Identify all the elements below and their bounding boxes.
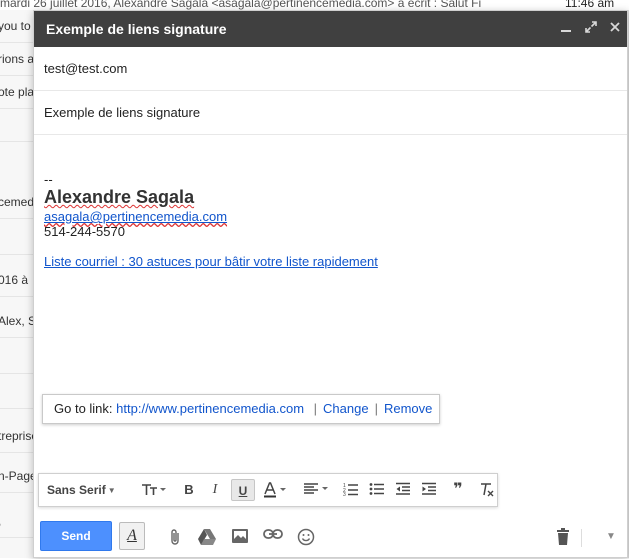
insert-photo-icon[interactable] [229,526,251,548]
list-item[interactable]: 016 à [0,264,33,297]
list-item[interactable]: treprise [0,420,33,453]
align-button[interactable] [301,479,333,501]
list-item[interactable]: ote pla [0,76,33,109]
font-family-select[interactable]: Sans Serif ▼ [47,479,125,501]
list-item[interactable]: rions a [0,43,33,76]
signature-email-link[interactable]: asagala@pertinencemedia.com [44,209,227,224]
underline-button[interactable]: U [231,479,255,501]
signature-phone: 514-244-5570 [44,224,125,239]
text-color-button[interactable] [261,479,291,501]
list-item[interactable] [0,341,33,374]
insert-emoji-icon[interactable] [295,526,317,548]
list-item[interactable] [0,109,33,142]
background-email-list: you to rions a ote pla cemed 016 à Alex,… [0,10,33,558]
subject-input[interactable]: Exemple de liens signature [44,105,200,120]
list-item[interactable]: you to [0,10,33,43]
list-item[interactable] [0,376,33,409]
compose-window: Exemple de liens signature test@test.com… [33,10,628,558]
discard-draft-icon[interactable] [552,526,574,548]
list-item[interactable] [0,222,33,255]
list-item[interactable]: cemed [0,186,33,219]
bulleted-list-icon[interactable] [367,479,387,501]
background-time: 11:46 am [565,0,615,10]
signature-article-link[interactable]: Liste courriel : 30 astuces pour bâtir v… [44,254,378,269]
list-item[interactable]: n-Page [0,460,33,493]
link-popup-url[interactable]: http://www.pertinencemedia.com [116,401,304,416]
list-item[interactable]: Alex, S [0,305,33,338]
formatting-toolbar: Sans Serif ▼ B I U 123 ❞ [38,473,498,507]
attach-file-icon[interactable] [164,526,186,548]
indent-less-icon[interactable] [393,479,413,501]
remove-formatting-icon[interactable] [477,479,497,501]
indent-more-icon[interactable] [419,479,439,501]
link-popup-remove[interactable]: Remove [384,401,432,416]
send-button[interactable]: Send [40,521,112,551]
more-options-icon[interactable]: ▼ [600,526,622,548]
signature-separator: -- [44,172,53,187]
compose-title: Exemple de liens signature [46,21,227,37]
insert-link-icon[interactable] [262,526,284,548]
to-recipient[interactable]: test@test.com [44,61,127,76]
close-icon[interactable] [606,19,624,37]
svg-text:3: 3 [343,492,346,496]
italic-button[interactable]: I [205,479,225,501]
numbered-list-icon[interactable]: 123 [341,479,361,501]
compose-action-bar: Send A ▼ [34,515,627,559]
google-drive-icon[interactable] [196,526,218,548]
list-item[interactable]: , [0,505,33,538]
link-popup-separator: | [374,401,378,416]
quote-button[interactable]: ❞ [447,479,469,501]
font-size-button[interactable] [137,479,171,501]
signature-name: Alexandre Sagala [44,187,195,207]
link-popup-label: Go to link: [54,401,113,416]
link-popup: Go to link: http://www.pertinencemedia.c… [42,394,440,424]
link-popup-separator: | [313,401,318,416]
bold-button[interactable]: B [179,479,199,501]
subject-field[interactable]: Exemple de liens signature [34,91,627,135]
background-email-preview: mardi 26 juillet 2016, Alexandre Sagala … [0,0,629,10]
to-field[interactable]: test@test.com [34,47,627,91]
pop-out-icon[interactable] [582,19,600,37]
formatting-options-icon[interactable]: A [119,522,145,550]
link-popup-change[interactable]: Change [323,401,369,416]
compose-titlebar[interactable]: Exemple de liens signature [34,11,627,47]
message-body[interactable]: -- Alexandre Sagala asagala@pertinenceme… [34,136,627,466]
background-preview-text: mardi 26 juillet 2016, Alexandre Sagala … [0,0,482,10]
action-bar-divider [581,529,582,547]
minimize-icon[interactable] [557,19,575,37]
